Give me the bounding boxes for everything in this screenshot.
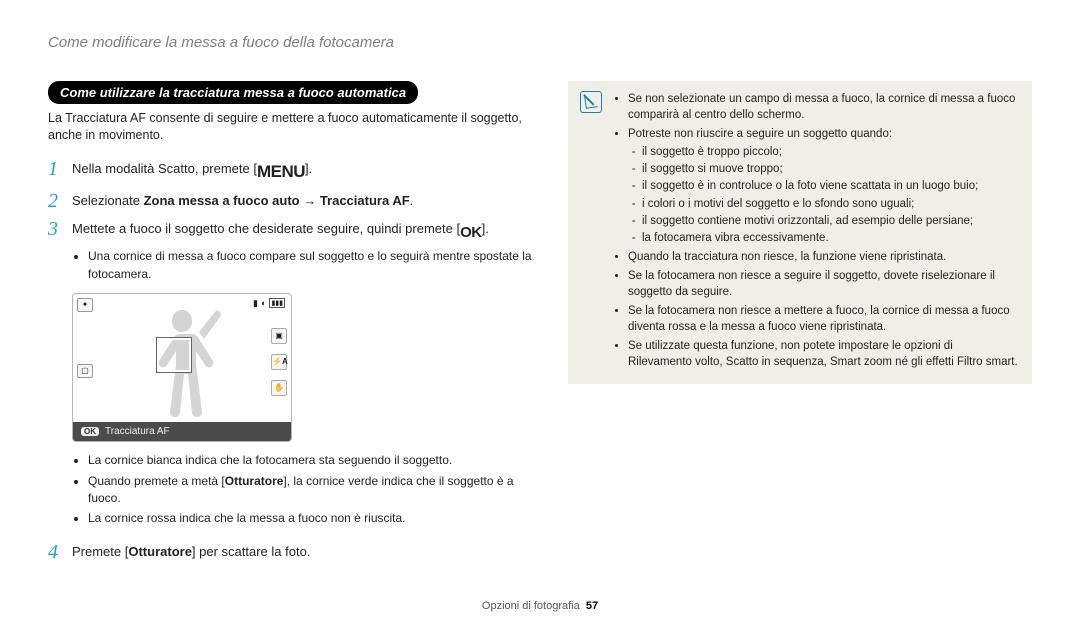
step-text-post: ]. (305, 161, 312, 176)
step-number: 3 (48, 218, 72, 240)
ok-icon: OK (460, 222, 482, 244)
page-number: 57 (586, 600, 598, 612)
footer-section: Opzioni di fotografia (482, 600, 580, 612)
flash-auto-icon: ⚡A (271, 354, 287, 370)
camera-preview: ✦ ▮◐ ▮▮▮ ▣ ⚡A ✋ ▢ (72, 293, 292, 442)
step-text: Premete [ (72, 544, 128, 559)
info-item: Quando la tracciatura non riesce, la fun… (628, 249, 1018, 265)
info-item: Se la fotocamera non riesce a mettere a … (628, 303, 1018, 335)
step-1: 1 Nella modalità Scatto, premete [MENU]. (48, 158, 538, 185)
note-icon (580, 91, 602, 113)
camera-footer-label: Tracciatura AF (105, 426, 170, 437)
info-sub-item: il soggetto è in controluce o la foto vi… (642, 178, 1018, 194)
step-number: 1 (48, 158, 72, 180)
mode-icon: ✦ (77, 298, 93, 312)
step-text: Selezionate (72, 193, 144, 208)
menu-icon: MENU (257, 160, 305, 185)
intro-text: La Tracciatura AF consente di seguire e … (48, 110, 538, 144)
info-item: Se non selezionate un campo di messa a f… (628, 91, 1018, 123)
info-item: Se utilizzate questa funzione, non potet… (628, 338, 1018, 370)
info-sub-item: i colori o i motivi del soggetto e lo sf… (642, 196, 1018, 212)
info-box: Se non selezionate un campo di messa a f… (568, 81, 1032, 384)
info-sub-item: il soggetto si muove troppo; (642, 161, 1018, 177)
step-bold: Otturatore (128, 544, 192, 559)
info-item: Potreste non riuscire a seguire un sogge… (628, 126, 1018, 246)
step-text: Nella modalità Scatto, premete [ (72, 161, 257, 176)
note-item: La cornice rossa indica che la messa a f… (88, 510, 538, 527)
info-sub-item: il soggetto contiene motivi orizzontali,… (642, 213, 1018, 229)
step-text-post: ] per scattare la foto. (192, 544, 311, 559)
note-item: Quando premete a metà [Otturatore], la c… (88, 473, 538, 507)
info-item: Se la fotocamera non riesce a seguire il… (628, 268, 1018, 300)
note-item: La cornice bianca indica che la fotocame… (88, 452, 538, 469)
step-3: 3 Mettete a fuoco il soggetto che deside… (48, 218, 538, 283)
step-number: 2 (48, 190, 72, 212)
status-icons: ▮◐ ▮▮▮ (253, 298, 285, 309)
step-bold: Zona messa a fuoco auto → Tracciatura AF (144, 193, 410, 208)
camera-notes: La cornice bianca indica che la fotocame… (48, 452, 538, 527)
step-number: 4 (48, 541, 72, 563)
info-sub-item: il soggetto è troppo piccolo; (642, 144, 1018, 160)
step-text: Mettete a fuoco il soggetto che desidera… (72, 221, 460, 236)
page-footer: Opzioni di fotografia 57 (0, 600, 1080, 612)
step-4: 4 Premete [Otturatore] per scattare la f… (48, 541, 538, 563)
step-2: 2 Selezionate Zona messa a fuoco auto → … (48, 190, 538, 212)
af-target-icon: ▢ (77, 364, 93, 378)
ok-chip: OK (81, 427, 99, 436)
info-sub-item: la fotocamera vibra eccessivamente. (642, 230, 1018, 246)
left-column: Come utilizzare la tracciatura messa a f… (48, 81, 538, 569)
stabilizer-icon: ✋ (271, 380, 287, 396)
step-text-post: ]. (482, 221, 489, 236)
step-text-post: . (410, 193, 414, 208)
page-title: Come modificare la messa a fuoco della f… (48, 34, 1032, 51)
focus-frame (157, 338, 191, 372)
step-sub: Una cornice di messa a fuoco compare sul… (88, 248, 538, 283)
section-heading: Come utilizzare la tracciatura messa a f… (48, 81, 418, 104)
pic-size-icon: ▣ (271, 328, 287, 344)
